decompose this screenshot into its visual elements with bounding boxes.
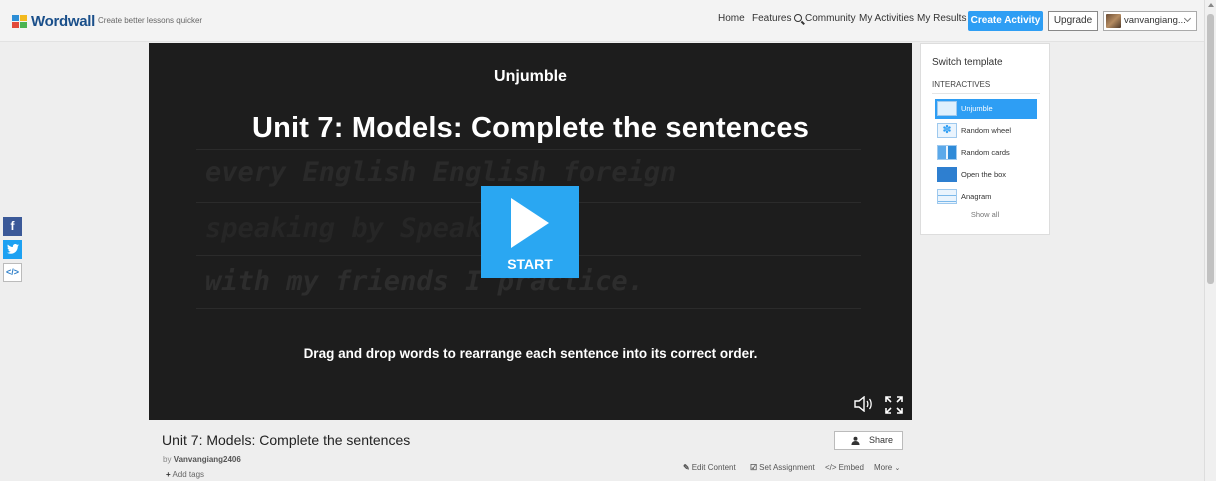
scroll-up-arrow-icon[interactable] xyxy=(1208,3,1214,7)
logo-icon xyxy=(12,14,28,29)
nav-home[interactable]: Home xyxy=(718,13,745,24)
more-menu[interactable]: More ⌄ xyxy=(874,463,900,472)
template-item-random-wheel[interactable]: ✽ Random wheel xyxy=(935,121,1037,141)
box-icon xyxy=(937,167,957,182)
template-item-unjumble[interactable]: Unjumble xyxy=(935,99,1037,119)
template-label: Open the box xyxy=(961,170,1007,179)
nav-my-results[interactable]: My Results xyxy=(917,13,966,24)
game-instructions: Drag and drop words to rearrange each se… xyxy=(303,346,758,361)
wordwall-logo[interactable]: Wordwall xyxy=(12,13,95,30)
edit-content-link[interactable]: ✎ Edit Content xyxy=(683,463,736,472)
start-label: START xyxy=(507,256,553,272)
divider xyxy=(932,93,1040,94)
add-tags-link[interactable]: + Add tags xyxy=(166,470,204,479)
template-item-anagram[interactable]: Anagram xyxy=(935,187,1037,207)
plus-icon: + xyxy=(166,470,171,479)
nav-community[interactable]: Community xyxy=(794,13,856,24)
wheel-icon: ✽ xyxy=(937,123,957,138)
set-assignment-link[interactable]: ☑ Set Assignment xyxy=(750,463,815,472)
template-label: Random cards xyxy=(961,148,1010,157)
game-type-label: Unjumble xyxy=(494,68,567,85)
preview-sentence-row: speaking by Speaki xyxy=(205,213,498,244)
preview-sentence-row: every English English foreign xyxy=(205,157,677,188)
set-assignment-label: Set Assignment xyxy=(759,463,815,472)
share-label: Share xyxy=(869,435,894,445)
chevron-down-icon: ⌄ xyxy=(894,465,901,472)
nav-features[interactable]: Features xyxy=(752,13,791,24)
code-icon: </> xyxy=(825,463,837,472)
embed-link[interactable]: </> Embed xyxy=(825,463,864,472)
facebook-share-button[interactable]: f xyxy=(3,217,22,236)
start-button[interactable]: START xyxy=(481,186,579,278)
checkbox-icon: ☑ xyxy=(750,463,758,472)
template-label: Random wheel xyxy=(961,126,1012,135)
user-menu[interactable]: vanvangiang... xyxy=(1103,11,1197,31)
username: vanvangiang... xyxy=(1124,15,1186,26)
avatar xyxy=(1106,14,1121,28)
embed-share-button[interactable]: </> xyxy=(3,263,22,282)
fullscreen-icon[interactable] xyxy=(884,395,904,415)
share-button[interactable]: Share xyxy=(834,431,903,450)
author-line: by Vanvangiang2406 xyxy=(163,455,241,464)
brand-name: Wordwall xyxy=(31,13,95,30)
tagline: Create better lessons quicker xyxy=(98,16,203,25)
cards-icon xyxy=(937,145,957,160)
pencil-icon: ✎ xyxy=(683,463,690,472)
nav-my-activities[interactable]: My Activities xyxy=(859,13,914,24)
twitter-share-button[interactable] xyxy=(3,240,22,259)
panel-heading: Switch template xyxy=(932,57,1003,68)
by-prefix: by xyxy=(163,455,172,464)
bg-divider xyxy=(196,308,861,309)
show-all-link[interactable]: Show all xyxy=(921,210,1049,219)
unjumble-icon xyxy=(937,101,957,116)
scrollbar-thumb[interactable] xyxy=(1207,14,1214,284)
more-label: More xyxy=(874,463,893,472)
upgrade-button[interactable]: Upgrade xyxy=(1048,11,1098,31)
person-icon xyxy=(851,436,860,445)
create-activity-button[interactable]: Create Activity xyxy=(968,11,1043,31)
bg-divider xyxy=(196,149,861,150)
edit-content-label: Edit Content xyxy=(691,463,736,472)
play-icon xyxy=(511,198,549,248)
embed-label: Embed xyxy=(838,463,864,472)
section-label: INTERACTIVES xyxy=(932,80,991,89)
template-label: Unjumble xyxy=(961,104,993,113)
template-item-random-cards[interactable]: Random cards xyxy=(935,143,1037,163)
anagram-icon xyxy=(937,189,957,204)
activity-player[interactable]: every English English foreign speaking b… xyxy=(149,43,912,420)
top-nav-bar: Wordwall Create better lessons quicker H… xyxy=(0,0,1216,42)
game-title: Unit 7: Models: Complete the sentences xyxy=(251,112,810,144)
nav-community-label: Community xyxy=(805,13,856,24)
page-scrollbar[interactable] xyxy=(1204,0,1216,481)
sound-icon[interactable] xyxy=(854,396,874,412)
template-item-open-the-box[interactable]: Open the box xyxy=(935,165,1037,185)
switch-template-panel: Switch template INTERACTIVES Unjumble ✽ … xyxy=(920,43,1050,235)
activity-title: Unit 7: Models: Complete the sentences xyxy=(162,432,411,448)
author-link[interactable]: Vanvangiang2406 xyxy=(174,455,241,464)
template-label: Anagram xyxy=(961,192,992,201)
twitter-icon xyxy=(6,244,19,254)
search-icon xyxy=(794,14,802,22)
add-tags-label: Add tags xyxy=(172,470,205,479)
